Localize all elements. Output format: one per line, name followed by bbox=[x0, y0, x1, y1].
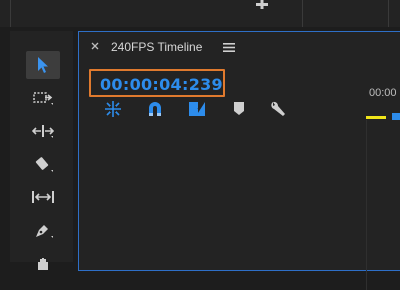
marker-icon bbox=[234, 102, 244, 115]
panel-divider bbox=[10, 0, 11, 27]
track-divider bbox=[366, 120, 367, 290]
pen-tool[interactable] bbox=[26, 216, 60, 244]
playhead-timecode[interactable]: 00:00:04:239 bbox=[100, 75, 223, 94]
magnet-icon bbox=[149, 102, 161, 116]
linked-selection-icon bbox=[189, 102, 205, 116]
slip-tool[interactable] bbox=[26, 183, 60, 211]
timeline-panel: 240FPS Timeline 00:00:04:239 00:00 bbox=[78, 31, 400, 290]
panel-title[interactable]: 240FPS Timeline bbox=[111, 40, 202, 54]
ripple-edit-tool[interactable] bbox=[26, 117, 60, 145]
razor-icon bbox=[35, 157, 53, 172]
ruler-timecode-label: 00:00 bbox=[369, 87, 397, 99]
tools-panel bbox=[10, 31, 73, 270]
playhead-handle[interactable] bbox=[392, 113, 400, 120]
snapping-button[interactable] bbox=[145, 101, 165, 117]
work-area-bar[interactable] bbox=[366, 116, 386, 119]
razor-tool[interactable] bbox=[26, 150, 60, 178]
linked-selection-button[interactable] bbox=[187, 101, 207, 117]
track-select-forward-tool[interactable] bbox=[26, 84, 60, 112]
panel-header: 240FPS Timeline bbox=[79, 32, 400, 62]
ripple-edit-icon bbox=[32, 125, 54, 138]
plus-icon[interactable] bbox=[255, 0, 269, 10]
hand-tool[interactable] bbox=[26, 249, 60, 277]
hand-icon bbox=[38, 258, 48, 270]
selection-arrow-icon bbox=[38, 57, 48, 73]
panel-menu-icon[interactable] bbox=[223, 43, 235, 52]
wrench-icon bbox=[271, 101, 285, 116]
close-icon[interactable] bbox=[91, 42, 99, 50]
add-marker-button[interactable] bbox=[231, 101, 247, 117]
nest-sequence-icon bbox=[105, 101, 121, 117]
snap-button[interactable] bbox=[103, 101, 123, 117]
panel-divider bbox=[302, 0, 303, 27]
timecode-highlight: 00:00:04:239 bbox=[89, 69, 225, 97]
selection-tool[interactable] bbox=[26, 51, 60, 79]
pen-icon bbox=[36, 225, 53, 238]
top-panel-strip bbox=[0, 0, 400, 27]
panel-divider bbox=[388, 0, 389, 27]
timeline-settings-button[interactable] bbox=[269, 101, 289, 117]
track-select-forward-icon bbox=[33, 92, 53, 105]
slip-icon bbox=[32, 191, 54, 203]
